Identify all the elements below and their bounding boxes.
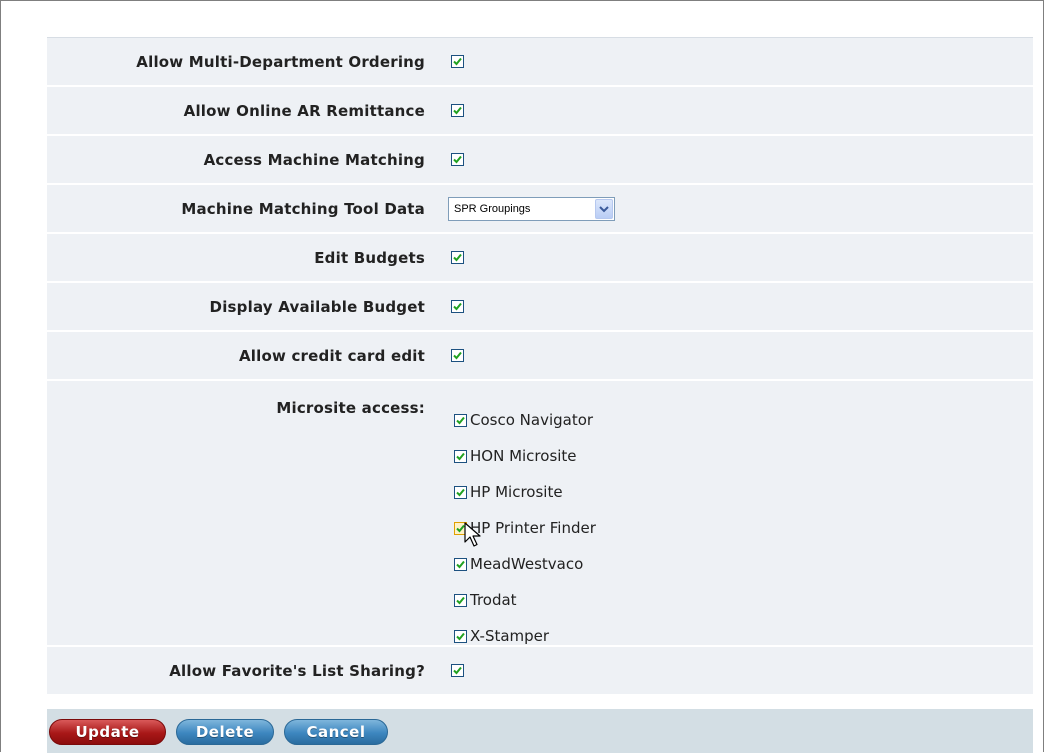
setting-row-machine-matching: Access Machine Matching (47, 136, 1033, 185)
microsite-checkbox[interactable] (454, 413, 467, 427)
checkmark-icon (456, 416, 465, 424)
tool-data-select[interactable]: SPR Groupings (448, 196, 615, 221)
microsite-item[interactable]: HON Microsite (454, 438, 596, 474)
available-budget-checkbox[interactable] (451, 300, 464, 313)
microsite-item[interactable]: HP Microsite (454, 474, 596, 510)
setting-label: Allow Multi-Department Ordering (136, 52, 425, 71)
cancel-button[interactable]: Cancel (284, 719, 388, 745)
checkmark-icon (456, 524, 465, 532)
microsite-item[interactable]: HP Printer Finder (454, 510, 596, 546)
page-frame: Allow Multi-Department Ordering Allow On… (0, 0, 1044, 753)
tool-data-selected-value: SPR Groupings (454, 202, 531, 215)
microsite-checkbox[interactable] (454, 521, 467, 535)
checkmark-icon (453, 666, 462, 675)
checkmark-icon (453, 57, 462, 66)
setting-label: Allow Online AR Remittance (183, 101, 425, 120)
microsite-item[interactable]: Cosco Navigator (454, 402, 596, 438)
delete-button[interactable]: Delete (176, 719, 274, 745)
setting-row-available-budget: Display Available Budget (47, 283, 1033, 332)
checkmark-icon (453, 106, 462, 115)
checkmark-icon (456, 452, 465, 460)
microsite-label[interactable]: X-Stamper (470, 627, 549, 645)
favorites-sharing-checkbox[interactable] (451, 664, 464, 677)
checkmark-icon (456, 488, 465, 496)
checkmark-icon (456, 596, 465, 604)
chevron-down-icon[interactable] (595, 198, 613, 219)
microsite-checkbox[interactable] (454, 485, 467, 499)
setting-row-favorites-sharing: Allow Favorite's List Sharing? (47, 647, 1033, 696)
setting-row-ar-remittance: Allow Online AR Remittance (47, 87, 1033, 136)
microsite-label[interactable]: HP Microsite (470, 483, 563, 501)
checkmark-icon (456, 560, 465, 568)
microsite-list: Cosco Navigator HON Microsite HP Microsi… (454, 381, 596, 654)
microsite-item[interactable]: MeadWestvaco (454, 546, 596, 582)
microsite-item[interactable]: X-Stamper (454, 618, 596, 654)
microsite-checkbox[interactable] (454, 449, 467, 463)
checkmark-icon (453, 302, 462, 311)
settings-form: Allow Multi-Department Ordering Allow On… (47, 37, 1033, 696)
credit-card-edit-checkbox[interactable] (451, 349, 464, 362)
setting-row-microsite-access: Microsite access: Cosco Navigator HON Mi… (47, 381, 1033, 647)
update-button[interactable]: Update (49, 719, 166, 745)
microsite-label[interactable]: HON Microsite (470, 447, 577, 465)
setting-label: Access Machine Matching (203, 150, 425, 169)
microsite-label[interactable]: HP Printer Finder (470, 519, 596, 537)
setting-row-credit-card-edit: Allow credit card edit (47, 332, 1033, 381)
ar-remittance-checkbox[interactable] (451, 104, 464, 117)
checkmark-icon (456, 632, 465, 640)
setting-label: Allow credit card edit (238, 346, 425, 365)
setting-label: Machine Matching Tool Data (181, 199, 425, 218)
setting-row-tool-data: Machine Matching Tool Data SPR Groupings (47, 185, 1033, 234)
setting-row-multi-department: Allow Multi-Department Ordering (47, 38, 1033, 87)
microsite-item[interactable]: Trodat (454, 582, 596, 618)
checkmark-icon (453, 155, 462, 164)
microsite-access-label: Microsite access: (276, 399, 425, 417)
microsite-label[interactable]: Cosco Navigator (470, 411, 593, 429)
setting-label: Edit Budgets (314, 248, 425, 267)
microsite-label[interactable]: MeadWestvaco (470, 555, 583, 573)
microsite-checkbox[interactable] (454, 557, 467, 571)
setting-label: Display Available Budget (209, 297, 425, 316)
setting-label: Allow Favorite's List Sharing? (169, 661, 425, 680)
checkmark-icon (453, 351, 462, 360)
microsite-checkbox[interactable] (454, 629, 467, 643)
action-button-bar: Update Delete Cancel (47, 709, 1033, 753)
edit-budgets-checkbox[interactable] (451, 251, 464, 264)
machine-matching-checkbox[interactable] (451, 153, 464, 166)
microsite-checkbox[interactable] (454, 593, 467, 607)
multi-department-checkbox[interactable] (451, 55, 464, 68)
setting-row-edit-budgets: Edit Budgets (47, 234, 1033, 283)
microsite-label[interactable]: Trodat (470, 591, 517, 609)
checkmark-icon (453, 253, 462, 262)
